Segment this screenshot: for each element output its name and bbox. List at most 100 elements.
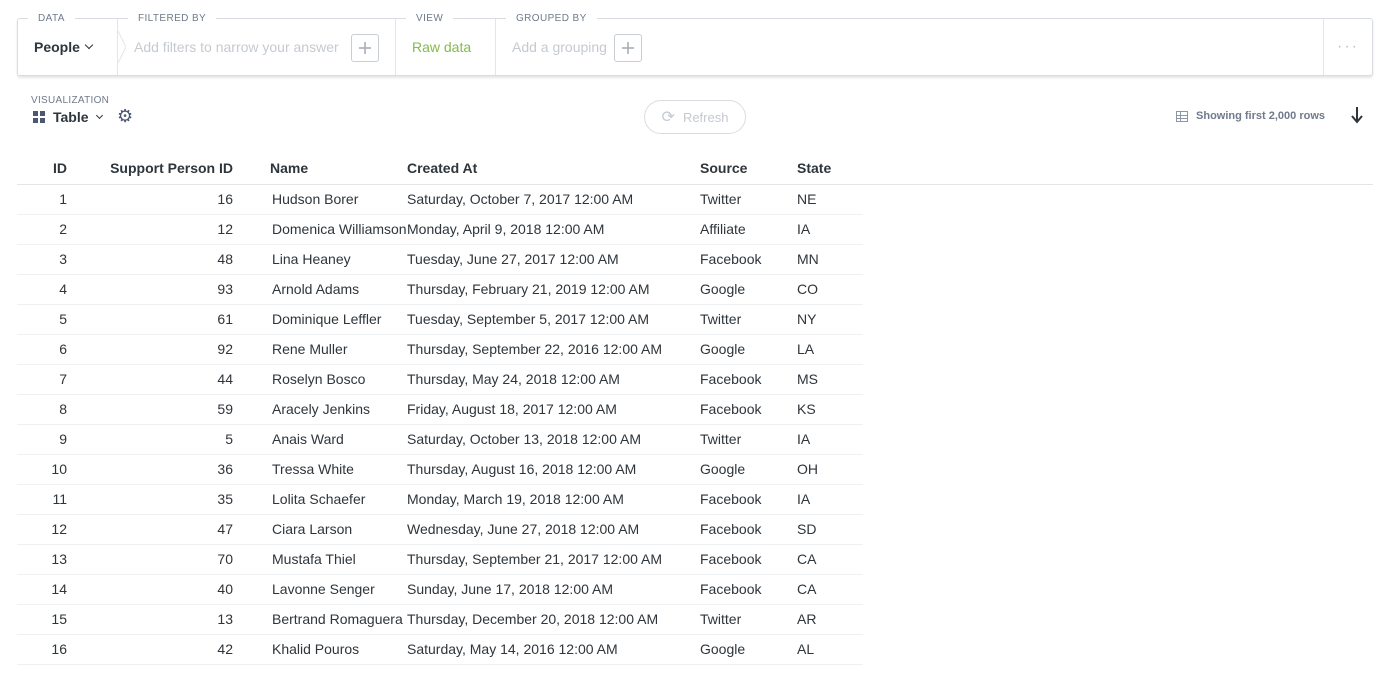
- cell-name[interactable]: Domenica Williamson: [235, 214, 407, 245]
- cell-id[interactable]: 15: [17, 604, 69, 635]
- cell-id[interactable]: 3: [17, 244, 69, 275]
- cell-id[interactable]: 9: [17, 424, 69, 455]
- cell-state[interactable]: CA: [797, 574, 863, 605]
- column-header-name[interactable]: Name: [235, 152, 407, 184]
- cell-state[interactable]: AR: [797, 604, 863, 635]
- cell-name[interactable]: Bertrand Romaguera: [235, 604, 407, 635]
- cell-source[interactable]: Twitter: [700, 604, 797, 635]
- cell-name[interactable]: Khalid Pouros: [235, 634, 407, 665]
- cell-created-at[interactable]: Thursday, September 21, 2017 12:00 AM: [407, 544, 700, 575]
- add-filter-button[interactable]: [351, 34, 379, 62]
- cell-created-at[interactable]: Thursday, December 20, 2018 12:00 AM: [407, 604, 700, 635]
- grouping-placeholder[interactable]: Add a grouping: [512, 39, 607, 55]
- cell-support-person-id[interactable]: 61: [69, 304, 235, 335]
- cell-support-person-id[interactable]: 12: [69, 214, 235, 245]
- cell-support-person-id[interactable]: 35: [69, 484, 235, 515]
- visualization-type-picker[interactable]: Table: [33, 109, 103, 125]
- cell-support-person-id[interactable]: 48: [69, 244, 235, 275]
- more-options-button[interactable]: ···: [1324, 19, 1372, 75]
- cell-created-at[interactable]: Thursday, May 24, 2018 12:00 AM: [407, 364, 700, 395]
- cell-name[interactable]: Roselyn Bosco: [235, 364, 407, 395]
- cell-id[interactable]: 16: [17, 634, 69, 665]
- cell-source[interactable]: Facebook: [700, 514, 797, 545]
- cell-source[interactable]: Google: [700, 334, 797, 365]
- cell-created-at[interactable]: Thursday, February 21, 2019 12:00 AM: [407, 274, 700, 305]
- cell-support-person-id[interactable]: 47: [69, 514, 235, 545]
- cell-created-at[interactable]: Sunday, June 17, 2018 12:00 AM: [407, 574, 700, 605]
- cell-name[interactable]: Arnold Adams: [235, 274, 407, 305]
- column-header-state[interactable]: State: [797, 152, 863, 184]
- cell-source[interactable]: Facebook: [700, 244, 797, 275]
- cell-state[interactable]: LA: [797, 334, 863, 365]
- cell-state[interactable]: MN: [797, 244, 863, 275]
- cell-support-person-id[interactable]: 16: [69, 184, 235, 215]
- cell-state[interactable]: KS: [797, 394, 863, 425]
- cell-created-at[interactable]: Wednesday, June 27, 2018 12:00 AM: [407, 514, 700, 545]
- cell-state[interactable]: NE: [797, 184, 863, 215]
- cell-created-at[interactable]: Thursday, August 16, 2018 12:00 AM: [407, 454, 700, 485]
- cell-source[interactable]: Google: [700, 454, 797, 485]
- cell-support-person-id[interactable]: 40: [69, 574, 235, 605]
- cell-name[interactable]: Mustafa Thiel: [235, 544, 407, 575]
- cell-id[interactable]: 13: [17, 544, 69, 575]
- cell-id[interactable]: 7: [17, 364, 69, 395]
- cell-name[interactable]: Lina Heaney: [235, 244, 407, 275]
- column-header-created-at[interactable]: Created At: [407, 152, 700, 184]
- data-source-picker[interactable]: People: [34, 39, 94, 55]
- cell-created-at[interactable]: Saturday, October 7, 2017 12:00 AM: [407, 184, 700, 215]
- cell-created-at[interactable]: Thursday, September 22, 2016 12:00 AM: [407, 334, 700, 365]
- cell-id[interactable]: 4: [17, 274, 69, 305]
- cell-state[interactable]: MS: [797, 364, 863, 395]
- cell-name[interactable]: Tressa White: [235, 454, 407, 485]
- cell-support-person-id[interactable]: 92: [69, 334, 235, 365]
- cell-id[interactable]: 14: [17, 574, 69, 605]
- cell-support-person-id[interactable]: 59: [69, 394, 235, 425]
- filter-placeholder[interactable]: Add filters to narrow your answer: [134, 39, 339, 55]
- cell-support-person-id[interactable]: 5: [69, 424, 235, 455]
- settings-button[interactable]: ⚙: [117, 106, 133, 127]
- column-header-source[interactable]: Source: [700, 152, 797, 184]
- cell-support-person-id[interactable]: 44: [69, 364, 235, 395]
- add-grouping-button[interactable]: [614, 34, 642, 62]
- refresh-button[interactable]: ⟳ Refresh: [644, 100, 746, 134]
- cell-state[interactable]: SD: [797, 514, 863, 545]
- cell-support-person-id[interactable]: 36: [69, 454, 235, 485]
- cell-id[interactable]: 10: [17, 454, 69, 485]
- cell-id[interactable]: 1: [17, 184, 69, 215]
- cell-source[interactable]: Facebook: [700, 484, 797, 515]
- cell-state[interactable]: CO: [797, 274, 863, 305]
- cell-source[interactable]: Facebook: [700, 544, 797, 575]
- cell-state[interactable]: AL: [797, 634, 863, 665]
- cell-state[interactable]: CA: [797, 544, 863, 575]
- cell-source[interactable]: Facebook: [700, 394, 797, 425]
- cell-name[interactable]: Hudson Borer: [235, 184, 407, 215]
- cell-created-at[interactable]: Friday, August 18, 2017 12:00 AM: [407, 394, 700, 425]
- cell-support-person-id[interactable]: 13: [69, 604, 235, 635]
- cell-name[interactable]: Anais Ward: [235, 424, 407, 455]
- cell-source[interactable]: Google: [700, 634, 797, 665]
- cell-support-person-id[interactable]: 93: [69, 274, 235, 305]
- cell-created-at[interactable]: Tuesday, June 27, 2017 12:00 AM: [407, 244, 700, 275]
- view-value[interactable]: Raw data: [412, 39, 471, 55]
- column-header-support-person-id[interactable]: Support Person ID: [69, 152, 235, 184]
- cell-state[interactable]: IA: [797, 214, 863, 245]
- cell-created-at[interactable]: Saturday, October 13, 2018 12:00 AM: [407, 424, 700, 455]
- download-button[interactable]: [1350, 106, 1364, 129]
- cell-source[interactable]: Google: [700, 274, 797, 305]
- cell-name[interactable]: Lolita Schaefer: [235, 484, 407, 515]
- cell-support-person-id[interactable]: 70: [69, 544, 235, 575]
- cell-source[interactable]: Twitter: [700, 184, 797, 215]
- cell-name[interactable]: Lavonne Senger: [235, 574, 407, 605]
- cell-state[interactable]: NY: [797, 304, 863, 335]
- cell-source[interactable]: Facebook: [700, 574, 797, 605]
- cell-created-at[interactable]: Saturday, May 14, 2016 12:00 AM: [407, 634, 700, 665]
- cell-name[interactable]: Ciara Larson: [235, 514, 407, 545]
- cell-name[interactable]: Rene Muller: [235, 334, 407, 365]
- cell-support-person-id[interactable]: 42: [69, 634, 235, 665]
- cell-name[interactable]: Aracely Jenkins: [235, 394, 407, 425]
- column-header-id[interactable]: ID: [17, 152, 69, 184]
- cell-state[interactable]: OH: [797, 454, 863, 485]
- cell-state[interactable]: IA: [797, 424, 863, 455]
- cell-created-at[interactable]: Monday, March 19, 2018 12:00 AM: [407, 484, 700, 515]
- cell-source[interactable]: Twitter: [700, 304, 797, 335]
